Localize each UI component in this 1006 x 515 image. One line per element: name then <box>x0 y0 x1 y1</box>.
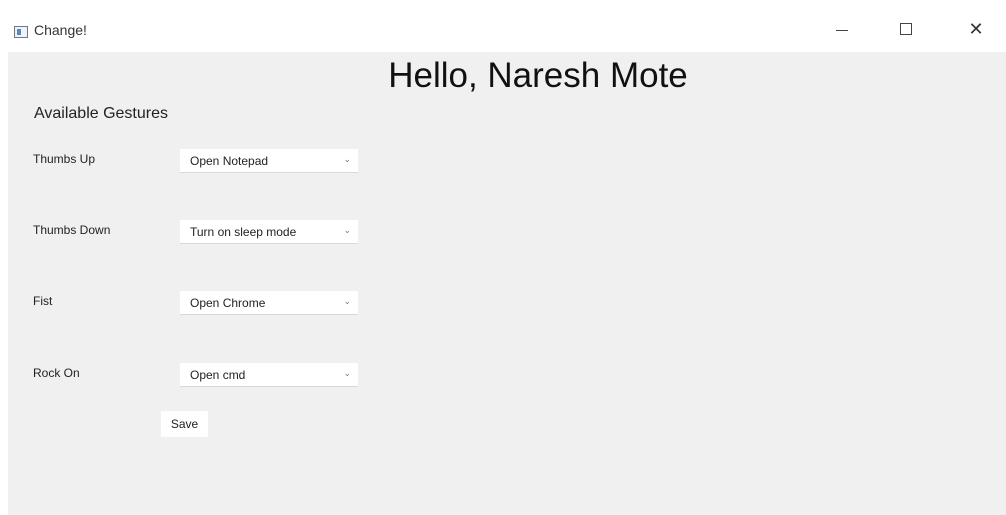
gesture-label: Thumbs Down <box>33 223 111 237</box>
chevron-down-icon: ⌄ <box>343 368 351 378</box>
app-window: Change! ✕ Hello, Naresh Mote Available G… <box>8 6 1006 515</box>
gesture-label: Fist <box>33 294 53 308</box>
gesture-label: Rock On <box>33 366 80 380</box>
chevron-down-icon: ⌄ <box>343 296 351 306</box>
app-icon <box>14 26 28 38</box>
window-title: Change! <box>34 22 87 38</box>
maximize-button[interactable] <box>883 6 929 52</box>
select-value: Open Chrome <box>190 296 266 310</box>
gesture-row-rock-on: Rock On Open cmd ⌄ <box>8 362 368 390</box>
minimize-icon <box>836 29 848 31</box>
gesture-row-thumbs-down: Thumbs Down Turn on sleep mode ⌄ <box>8 219 368 247</box>
gesture-row-thumbs-up: Thumbs Up Open Notepad ⌄ <box>8 148 368 176</box>
chevron-down-icon: ⌄ <box>343 154 351 164</box>
close-button[interactable]: ✕ <box>953 6 999 52</box>
select-value: Open cmd <box>190 368 246 382</box>
title-bar: Change! ✕ <box>8 6 1006 52</box>
gesture-label: Thumbs Up <box>33 152 96 166</box>
section-heading: Available Gestures <box>34 105 168 122</box>
select-value: Turn on sleep mode <box>190 225 297 239</box>
greeting-heading: Hello, Naresh Mote <box>388 56 688 95</box>
chevron-down-icon: ⌄ <box>343 225 351 235</box>
save-button[interactable]: Save <box>161 411 208 437</box>
select-value: Open Notepad <box>190 154 269 168</box>
minimize-button[interactable] <box>819 6 865 52</box>
close-icon: ✕ <box>968 19 984 39</box>
maximize-icon <box>900 23 912 35</box>
action-select[interactable]: Open Chrome ⌄ <box>180 291 358 315</box>
action-select[interactable]: Turn on sleep mode ⌄ <box>180 220 358 244</box>
action-select[interactable]: Open cmd ⌄ <box>180 363 358 387</box>
action-select[interactable]: Open Notepad ⌄ <box>180 149 358 173</box>
gesture-row-fist: Fist Open Chrome ⌄ <box>8 290 368 318</box>
